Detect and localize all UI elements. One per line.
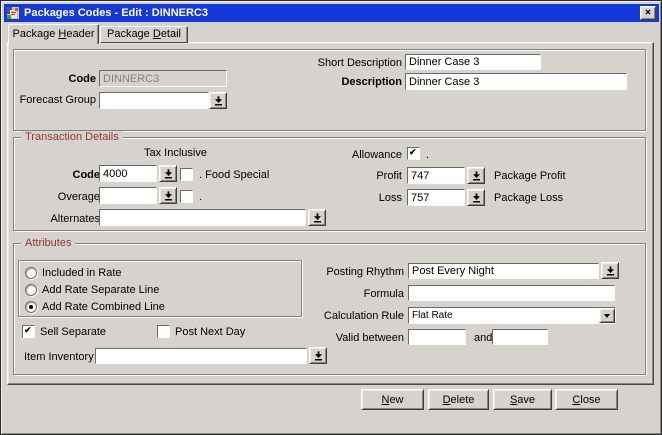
lov-down-arrow-icon	[214, 95, 222, 105]
valid-from-field[interactable]	[408, 329, 466, 345]
alternates-lov-button[interactable]	[308, 209, 326, 226]
posting-rhythm-lov-button[interactable]	[601, 262, 619, 279]
calculation-rule-combobox[interactable]: Flat Rate	[408, 307, 616, 324]
formula-field[interactable]	[408, 285, 615, 301]
window-title: Packages Codes - Edit : DINNERC3	[24, 7, 208, 19]
chevron-down-icon	[604, 314, 610, 321]
overage-label: Overage	[57, 191, 100, 203]
tab-package-detail[interactable]: Package Detail	[100, 26, 188, 43]
and-label: and	[474, 332, 493, 344]
package-loss-label: Package Loss	[494, 192, 564, 204]
transaction-code-label: Code	[72, 169, 101, 181]
lov-down-arrow-icon	[472, 192, 480, 202]
package-profit-label: Package Profit	[494, 170, 566, 182]
close-icon: ✕	[644, 8, 652, 17]
transaction-details-section: Transaction Details Tax Inclusive Code .…	[13, 131, 646, 231]
item-inventory-field[interactable]	[95, 348, 307, 364]
calculation-rule-value: Flat Rate	[412, 310, 453, 321]
attributes-title: Attributes	[21, 237, 76, 249]
tab-package-header[interactable]: Package Header	[8, 24, 99, 44]
combo-dropdown-button[interactable]	[599, 308, 615, 323]
add-rate-separate-line-label: Add Rate Separate Line	[42, 284, 160, 296]
close-button[interactable]: ✕	[640, 6, 656, 20]
rate-options-group: Included in Rate Add Rate Separate Line …	[18, 260, 302, 317]
overage-checkbox-suffix: .	[199, 191, 203, 203]
overage-tax-checkbox[interactable]	[180, 190, 193, 203]
formula-label: Formula	[363, 288, 404, 300]
alternates-label: Alternates	[50, 213, 100, 225]
header-section: Code Forecast Group Short Description De…	[13, 49, 646, 131]
add-rate-combined-line-radio[interactable]	[25, 301, 37, 313]
loss-lov-button[interactable]	[467, 189, 485, 206]
food-special-checkbox[interactable]	[180, 168, 193, 181]
transaction-code-field[interactable]	[99, 165, 157, 182]
title-bar: Packages Codes - Edit : DINNERC3 ✕	[4, 4, 659, 22]
description-label: Description	[341, 76, 402, 88]
short-description-field[interactable]	[405, 54, 541, 70]
lov-down-arrow-icon	[313, 212, 321, 222]
transaction-code-lov-button[interactable]	[159, 165, 177, 182]
code-field[interactable]	[99, 70, 227, 87]
lov-down-arrow-icon	[314, 350, 322, 360]
allowance-label: Allowance	[351, 149, 402, 161]
profit-field[interactable]	[407, 167, 465, 184]
tax-inclusive-label: Tax Inclusive	[144, 147, 207, 159]
lov-down-arrow-icon	[164, 168, 172, 178]
add-rate-combined-line-label: Add Rate Combined Line	[42, 301, 165, 313]
save-button[interactable]: Save	[493, 389, 552, 410]
overage-field[interactable]	[99, 187, 157, 204]
valid-to-field[interactable]	[492, 329, 548, 345]
short-description-label: Short Description	[317, 57, 402, 69]
packages-codes-window: Packages Codes - Edit : DINNERC3 ✕ Packa…	[0, 0, 662, 435]
profit-lov-button[interactable]	[467, 167, 485, 184]
alternates-field[interactable]	[99, 209, 306, 226]
profit-label: Profit	[376, 170, 402, 182]
posting-rhythm-label: Posting Rhythm	[326, 266, 404, 278]
loss-field[interactable]	[407, 189, 465, 206]
lov-down-arrow-icon	[606, 265, 614, 275]
transaction-details-title: Transaction Details	[21, 131, 123, 143]
post-next-day-checkbox[interactable]	[157, 325, 170, 338]
overage-lov-button[interactable]	[159, 187, 177, 204]
item-inventory-label: Item Inventory	[24, 351, 94, 363]
forecast-group-field[interactable]	[99, 92, 209, 109]
included-in-rate-radio[interactable]	[25, 267, 37, 279]
sell-separate-label: Sell Separate	[40, 326, 107, 338]
calculation-rule-label: Calculation Rule	[323, 310, 404, 322]
lov-down-arrow-icon	[164, 190, 172, 200]
sell-separate-checkbox[interactable]	[22, 325, 35, 338]
attributes-section: Attributes Included in Rate Add Rate Sep…	[13, 237, 646, 375]
loss-label: Loss	[378, 192, 402, 204]
allowance-checkbox[interactable]	[407, 147, 420, 160]
forecast-group-label: Forecast Group	[19, 94, 96, 106]
included-in-rate-label: Included in Rate	[42, 267, 122, 279]
posting-rhythm-field[interactable]	[408, 263, 599, 279]
post-next-day-label: Post Next Day	[175, 326, 246, 338]
valid-between-label: Valid between	[335, 332, 404, 344]
item-inventory-lov-button[interactable]	[309, 347, 327, 364]
close-window-button[interactable]: Close	[555, 389, 618, 410]
code-label: Code	[68, 73, 97, 85]
forecast-group-lov-button[interactable]	[209, 92, 227, 109]
lov-down-arrow-icon	[472, 170, 480, 180]
add-rate-separate-line-radio[interactable]	[25, 284, 37, 296]
allowance-checkbox-suffix: .	[426, 149, 430, 161]
app-icon	[6, 6, 19, 19]
description-field[interactable]	[405, 73, 627, 90]
new-button[interactable]: New	[361, 389, 424, 410]
delete-button[interactable]: Delete	[428, 389, 489, 410]
food-special-label: . Food Special	[199, 169, 270, 181]
